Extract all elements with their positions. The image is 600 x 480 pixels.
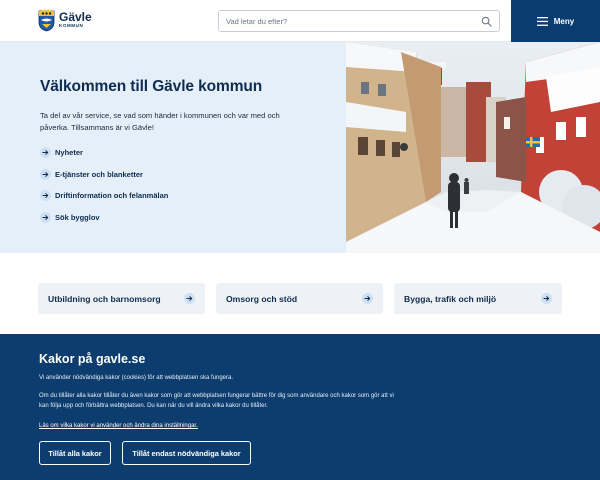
arrow-right-icon — [40, 147, 51, 158]
cookie-text-details: Om du tillåter alla kakor tillåter du äv… — [39, 393, 394, 409]
cookie-text-necessary: Vi använder nödvändiga kakor (cookies) f… — [39, 375, 234, 381]
arrow-right-icon — [362, 293, 373, 304]
quick-link-e-tjanster[interactable]: E-tjänster och blanketter — [40, 168, 330, 181]
hero-text: Välkommen till Gävle kommun Ta del av vå… — [40, 78, 330, 232]
quick-link-label: Nyheter — [55, 148, 83, 157]
search-input[interactable] — [226, 15, 466, 28]
quick-link-label: E-tjänster och blanketter — [55, 169, 143, 179]
hero-lead: Ta del av vår service, se vad som händer… — [40, 111, 280, 132]
accept-necessary-cookies-button[interactable]: Tillåt endast nödvändiga kakor — [122, 441, 251, 465]
search-icon[interactable] — [481, 16, 492, 27]
cookie-banner: Kakor på gavle.se Vi använder nödvändiga… — [0, 334, 600, 480]
site-header: Gävle KOMMUN Meny — [0, 0, 600, 42]
logo-subtitle: KOMMUN — [59, 23, 84, 29]
coat-of-arms-icon — [38, 9, 55, 32]
category-card-utbildning[interactable]: Utbildning och barnomsorg — [38, 283, 205, 314]
accept-all-cookies-button[interactable]: Tillåt alla kakor — [39, 441, 111, 465]
quick-links: Nyheter E-tjänster och blanketter Drifti… — [40, 146, 330, 224]
menu-label: Meny — [553, 16, 575, 26]
quick-link-nyheter[interactable]: Nyheter — [40, 146, 330, 159]
quick-link-driftinformation[interactable]: Driftinformation och felanmälan — [40, 189, 330, 202]
arrow-right-icon — [40, 211, 51, 223]
arrow-right-icon — [184, 293, 195, 304]
cookie-title: Kakor på gavle.se — [39, 352, 146, 366]
hero-section: Välkommen till Gävle kommun Ta del av vå… — [0, 42, 600, 253]
category-card-bygga[interactable]: Bygga, trafik och miljö — [394, 283, 562, 314]
hamburger-icon — [536, 16, 548, 26]
site-logo[interactable]: Gävle KOMMUN — [38, 8, 92, 32]
logo-name: Gävle — [59, 10, 92, 25]
category-label: Bygga, trafik och miljö — [404, 293, 497, 304]
arrow-right-icon — [541, 293, 552, 304]
search-box — [218, 10, 500, 32]
menu-button[interactable]: Meny — [511, 0, 600, 42]
quick-link-label: Driftinformation och felanmälan — [55, 191, 169, 200]
quick-link-bygglov[interactable]: Sök bygglov — [40, 211, 330, 224]
category-card-omsorg[interactable]: Omsorg och stöd — [216, 283, 383, 314]
arrow-right-icon — [40, 190, 51, 201]
quick-link-label: Sök bygglov — [55, 212, 100, 222]
hero-image — [346, 42, 600, 253]
arrow-right-icon — [40, 168, 51, 180]
cookie-settings-link[interactable]: Läs om vilka kakor vi använder och ändra… — [39, 423, 198, 429]
category-label: Utbildning och barnomsorg — [48, 293, 161, 304]
category-label: Omsorg och stöd — [226, 293, 298, 304]
page-title: Välkommen till Gävle kommun — [40, 78, 263, 95]
